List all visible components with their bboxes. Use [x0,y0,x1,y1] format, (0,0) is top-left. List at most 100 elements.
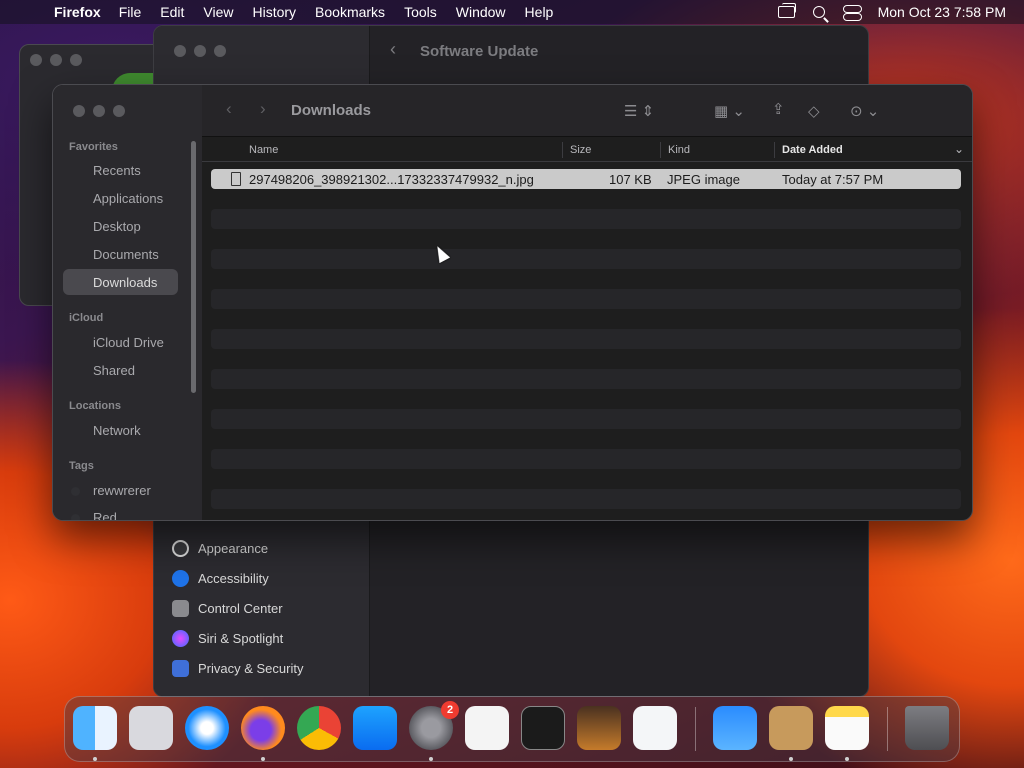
sidebar-item-recents[interactable]: Recents [93,163,141,178]
window-controls [174,45,226,57]
column-date-added[interactable]: Date Added [782,144,843,156]
column-name[interactable]: Name [249,144,278,156]
menu-view[interactable]: View [203,4,233,20]
column-divider[interactable] [774,142,775,158]
chrome-dock-icon[interactable] [297,706,341,750]
app-store-dock-icon[interactable] [353,706,397,750]
menu-edit[interactable]: Edit [160,4,184,20]
contacts-dock-icon[interactable] [769,706,813,750]
empty-row [211,409,961,429]
back-chevron-icon[interactable]: ‹ [390,39,396,60]
empty-row [211,469,961,489]
appearance-icon [172,540,189,557]
table-row[interactable]: 297498206_398921302...17332337479932_n.j… [211,169,961,189]
menu-bookmarks[interactable]: Bookmarks [315,4,385,20]
column-kind[interactable]: Kind [668,144,690,156]
finder-title: Downloads [291,102,372,119]
empty-row [211,449,961,469]
hand-icon [172,660,189,677]
tag-dot-icon [71,487,80,496]
sidebar-scrollbar[interactable] [191,141,196,393]
launchpad-dock-icon[interactable] [129,706,173,750]
safari-dock-icon[interactable] [185,706,229,750]
empty-row [211,289,961,309]
menu-window[interactable]: Window [456,4,506,20]
sidebar-item-tag-rewwrerer[interactable]: rewwrerer [93,483,151,498]
vscode-dock-icon[interactable] [633,706,677,750]
forward-arrow-icon[interactable]: › [260,99,266,119]
column-divider[interactable] [660,142,661,158]
group-by-icon[interactable]: ▦ ⌄ [714,102,745,120]
column-size[interactable]: Size [570,144,591,156]
spotlight-search-icon[interactable] [812,6,825,18]
settings-title: Software Update [420,43,539,60]
sidebar-item-desktop[interactable]: Desktop [93,219,141,234]
trash-dock-icon[interactable] [905,706,949,750]
zoom-button[interactable] [70,54,82,66]
empty-row [211,229,961,249]
close-button[interactable] [30,54,42,66]
running-indicator [261,757,265,761]
menu-file[interactable]: File [119,4,142,20]
share-icon[interactable]: ⇪ [772,100,785,118]
running-indicator [845,757,849,761]
menu-help[interactable]: Help [525,4,554,20]
dock-separator [887,707,888,751]
settings-item-privacy-security[interactable]: Privacy & Security [172,660,303,677]
sidebar-item-documents[interactable]: Documents [93,247,159,262]
garageband-dock-icon[interactable] [577,706,621,750]
file-date-added: Today at 7:57 PM [782,172,884,187]
settings-item-label: Appearance [198,541,269,556]
sidebar-header-icloud: iCloud [69,312,104,324]
accessibility-icon [172,570,189,587]
screen-mirroring-icon[interactable] [777,3,796,18]
more-actions-icon[interactable]: ⊙ ⌄ [850,102,879,120]
settings-item-appearance[interactable]: Appearance [172,540,268,557]
settings-item-siri-spotlight[interactable]: Siri & Spotlight [172,630,283,647]
finder-dock-icon[interactable] [73,706,117,750]
back-arrow-icon[interactable]: ‹ [226,99,232,119]
sidebar-item-applications[interactable]: Applications [93,191,163,206]
empty-row [211,349,961,369]
sidebar-item-shared[interactable]: Shared [93,363,135,378]
finder-toolbar: ‹ › Downloads ☰ ⇕ ▦ ⌄ ⇪ ◇ ⊙ ⌄ ⌕ [202,85,972,137]
control-center-icon[interactable] [842,5,862,21]
firefox-dock-icon[interactable] [241,706,285,750]
empty-row [211,209,961,229]
menu-clock[interactable]: Mon Oct 23 7:58 PM [878,4,1006,20]
document-icon [231,172,241,186]
column-divider[interactable] [562,142,563,158]
menu-tools[interactable]: Tools [404,4,437,20]
sidebar-item-tag-red[interactable]: Red [93,510,117,520]
running-indicator [429,757,433,761]
minimize-button[interactable] [93,105,105,117]
running-indicator [789,757,793,761]
settings-item-control-center[interactable]: Control Center [172,600,283,617]
sidebar-item-icloud-drive[interactable]: iCloud Drive [93,335,164,350]
minimize-button[interactable] [194,45,206,57]
menu-history[interactable]: History [252,4,296,20]
sidebar-header-tags: Tags [69,460,94,472]
close-button[interactable] [73,105,85,117]
zoom-button[interactable] [113,105,125,117]
sidebar-item-downloads[interactable]: Downloads [93,275,157,290]
terminal-dock-icon[interactable] [521,706,565,750]
sort-chevron-icon[interactable]: ⌄ [954,142,964,156]
menu-app-name[interactable]: Firefox [54,4,101,20]
settings-item-label: Control Center [198,601,283,616]
empty-row [211,329,961,349]
close-button[interactable] [174,45,186,57]
weather-dock-icon[interactable] [713,706,757,750]
tag-icon[interactable]: ◇ [808,102,820,120]
window-controls [30,54,82,66]
textedit-dock-icon[interactable] [465,706,509,750]
minimize-button[interactable] [50,54,62,66]
sidebar-item-network[interactable]: Network [93,423,141,438]
zoom-button[interactable] [214,45,226,57]
empty-row [211,429,961,449]
menu-extras: Mon Oct 23 7:58 PM [777,0,1006,24]
list-view-icon[interactable]: ☰ ⇕ [624,102,654,120]
notes-dock-icon[interactable] [825,706,869,750]
sidebar-header-favorites: Favorites [69,141,118,153]
settings-item-accessibility[interactable]: Accessibility [172,570,269,587]
